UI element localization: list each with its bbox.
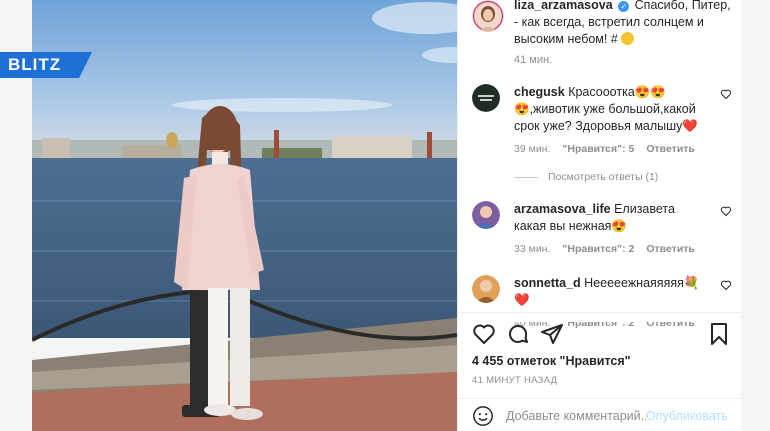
post-photo[interactable] [32, 0, 457, 431]
like-comment-icon[interactable] [720, 205, 732, 217]
comment-meta: 33 мин. "Нравится": 2 Ответить [514, 241, 710, 258]
blitz-watermark: BLITZ [0, 52, 92, 78]
sun-emoji-icon [621, 32, 635, 45]
comment-likes[interactable]: "Нравится": 5 [562, 141, 634, 158]
comment-icon[interactable] [506, 322, 530, 346]
comment: arzamasova_life Елизавета какая вы нежна… [472, 201, 734, 258]
comment-meta: 39 мин. "Нравится": 5 Ответить [514, 141, 710, 158]
post-photo-image [32, 0, 457, 431]
comment-time: 39 мин. [514, 143, 551, 155]
view-replies-link[interactable]: Посмотреть ответы (1) [514, 171, 658, 183]
add-comment-row: Добавьте комментарий... Опубликовать [458, 400, 742, 431]
verified-icon: ✓ [618, 1, 630, 12]
post-actions [472, 322, 732, 348]
like-comment-icon[interactable] [720, 279, 732, 291]
screenshot: BLITZ liza_arzamasova ✓ Спасибо, Питер, … [0, 0, 770, 431]
page-background [741, 0, 770, 431]
comment-likes[interactable]: "Нравится": 2 [562, 241, 634, 258]
share-icon[interactable] [540, 322, 564, 346]
author-username[interactable]: liza_arzamasova [514, 0, 613, 12]
reply-button[interactable]: Ответить [646, 141, 695, 158]
actions-divider [458, 312, 742, 322]
replies-line [514, 176, 538, 178]
comment-body: arzamasova_life Елизавета какая вы нежна… [514, 201, 710, 258]
bookmark-icon[interactable] [707, 322, 731, 346]
comment-time: 33 мин. [514, 243, 551, 255]
caption-time: 41 мин. [514, 54, 553, 66]
likes-count[interactable]: 4 455 отметок "Нравится" [472, 354, 631, 368]
comment-input-divider [458, 398, 742, 399]
view-replies-label: Посмотреть ответы (1) [548, 171, 659, 183]
post-timestamp: 41 МИНУТ НАЗАД [472, 375, 558, 386]
author-avatar[interactable] [472, 0, 504, 32]
smile-icon[interactable] [472, 405, 494, 427]
caption-text-block: liza_arzamasova ✓ Спасибо, Питер, - как … [514, 0, 732, 48]
commenter-username[interactable]: chegusk [514, 85, 565, 99]
heart-icon[interactable] [472, 322, 496, 346]
reply-button[interactable]: Ответить [646, 241, 695, 258]
post-side-panel: liza_arzamasova ✓ Спасибо, Питер, - как … [457, 0, 742, 431]
commenter-avatar[interactable] [472, 84, 500, 112]
commenter-username[interactable]: arzamasova_life [514, 202, 611, 216]
comment: chegusk Красооотка😍😍😍,животик уже большо… [472, 84, 734, 158]
post-caption: liza_arzamasova ✓ Спасибо, Питер, - как … [472, 0, 732, 48]
comment-input[interactable]: Добавьте комментарий... [506, 409, 646, 423]
publish-button[interactable]: Опубликовать [646, 409, 728, 423]
comment-body: chegusk Красооотка😍😍😍,животик уже большо… [514, 84, 710, 158]
like-comment-icon[interactable] [720, 88, 732, 100]
commenter-avatar[interactable] [472, 275, 500, 303]
commenter-username[interactable]: sonnetta_d [514, 276, 581, 290]
commenter-avatar[interactable] [472, 201, 500, 229]
